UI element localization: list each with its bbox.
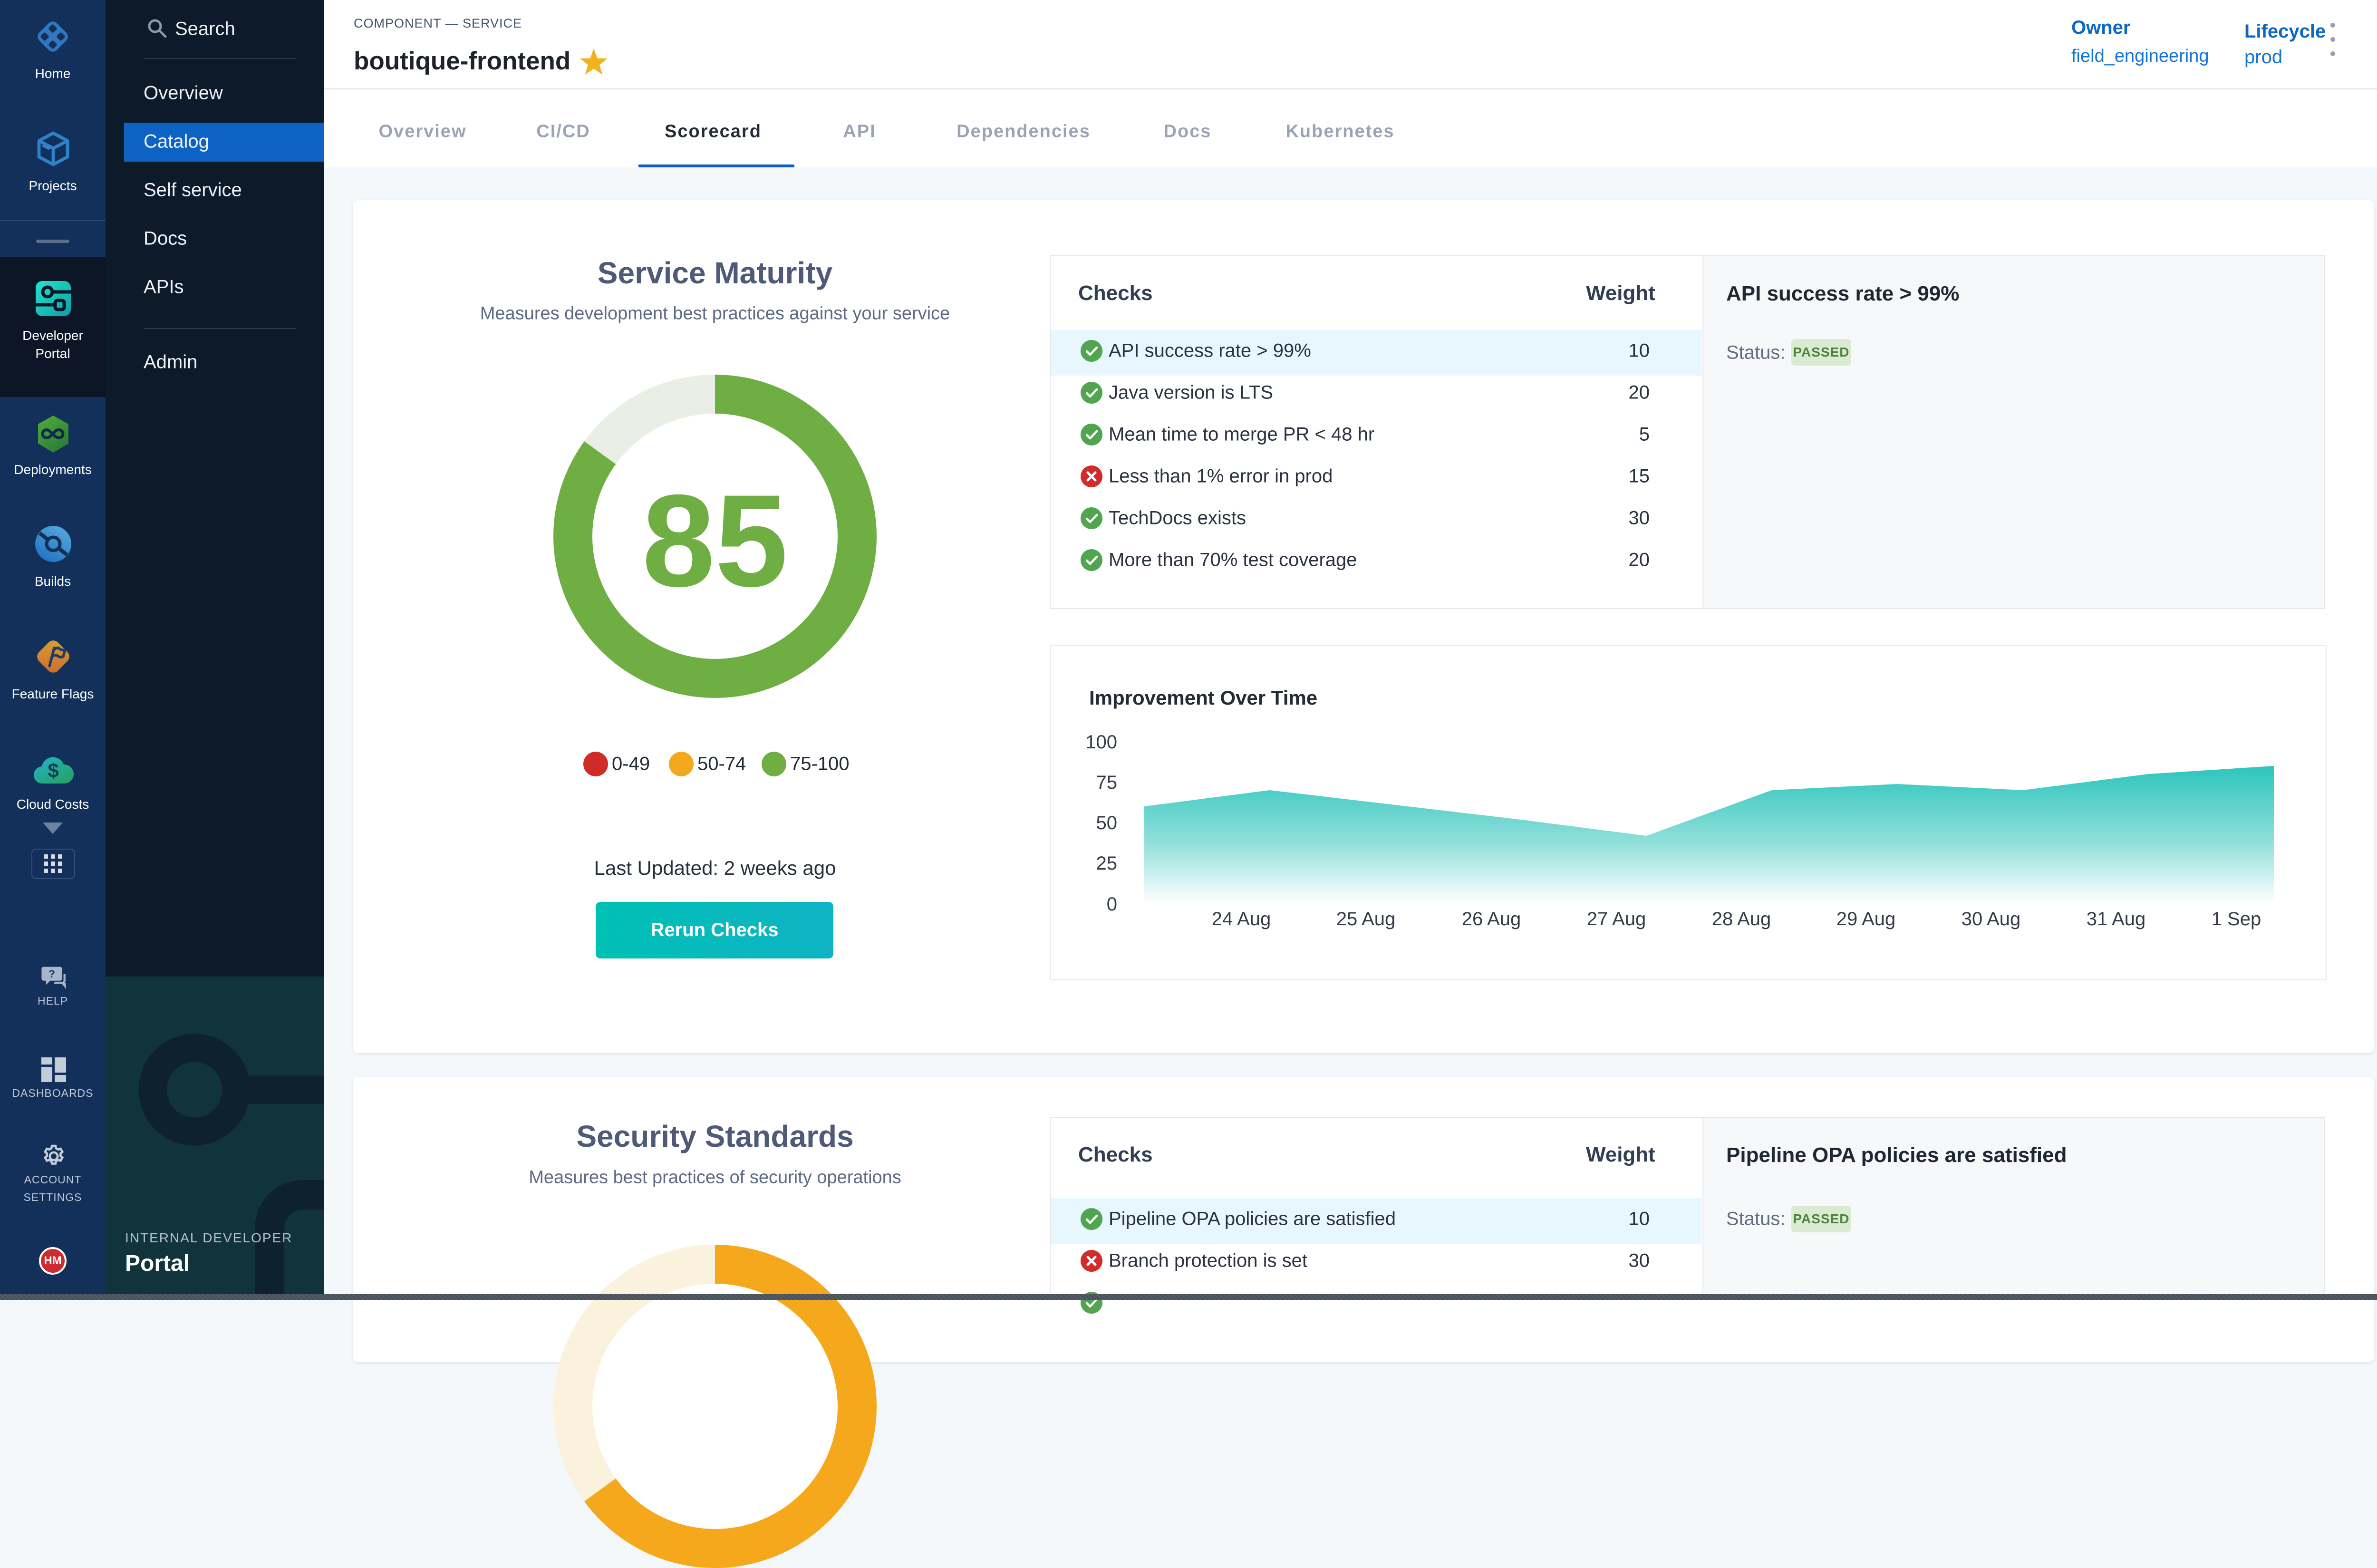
svg-text:50: 50 bbox=[1096, 813, 1118, 833]
svg-text:26 Aug: 26 Aug bbox=[1462, 909, 1521, 929]
svg-text:29 Aug: 29 Aug bbox=[1836, 909, 1896, 929]
svg-text:27 Aug: 27 Aug bbox=[1587, 909, 1646, 929]
svg-text:75: 75 bbox=[1096, 772, 1118, 793]
svg-text:100: 100 bbox=[1085, 732, 1117, 753]
svg-text:?: ? bbox=[48, 968, 55, 980]
svg-text:25: 25 bbox=[1096, 853, 1118, 874]
svg-text:$: $ bbox=[48, 759, 58, 782]
svg-text:25 Aug: 25 Aug bbox=[1336, 909, 1396, 929]
svg-text:24 Aug: 24 Aug bbox=[1212, 909, 1271, 929]
svg-text:31 Aug: 31 Aug bbox=[2087, 909, 2146, 929]
svg-text:1 Sep: 1 Sep bbox=[2212, 909, 2261, 929]
svg-text:0: 0 bbox=[1107, 894, 1117, 915]
svg-text:28 Aug: 28 Aug bbox=[1712, 909, 1771, 929]
svg-text:30 Aug: 30 Aug bbox=[1962, 909, 2021, 929]
